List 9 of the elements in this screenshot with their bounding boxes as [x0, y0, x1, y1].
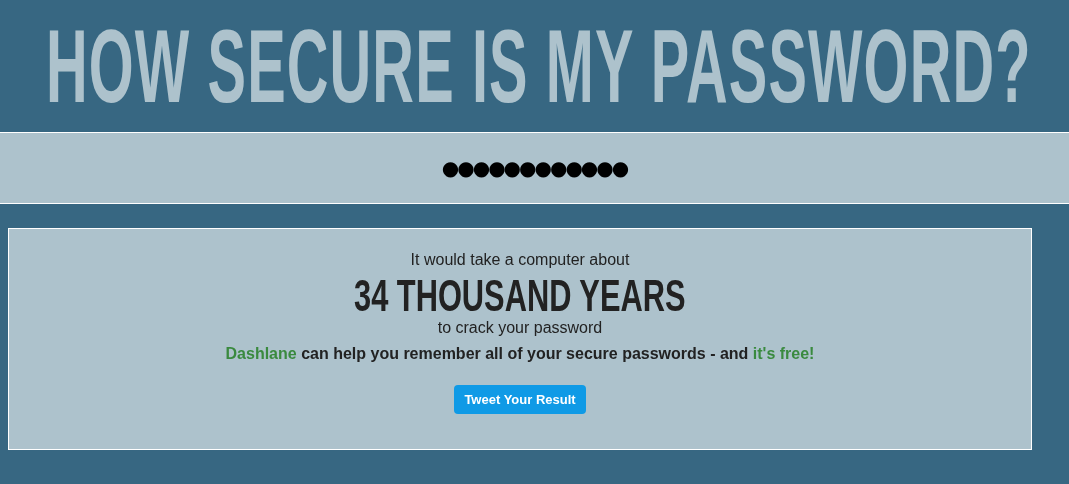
free-link[interactable]: it's free!: [752, 345, 815, 362]
dashlane-link[interactable]: Dashlane: [225, 345, 297, 362]
intro-text: It would take a computer about: [410, 251, 630, 269]
password-field[interactable]: ●●●●●●●●●●●●: [412, 155, 657, 181]
crack-time: 34 THOUSAND YEARS: [354, 273, 686, 319]
page-title: HOW SECURE IS MY PASSWORD?: [46, 14, 1032, 118]
promo-text: Dashlane can help you remember all of your secure passwords - and it's free!: [225, 345, 815, 363]
outro-text: to crack your password: [437, 319, 603, 337]
tweet-button[interactable]: Tweet Your Result: [454, 385, 586, 414]
